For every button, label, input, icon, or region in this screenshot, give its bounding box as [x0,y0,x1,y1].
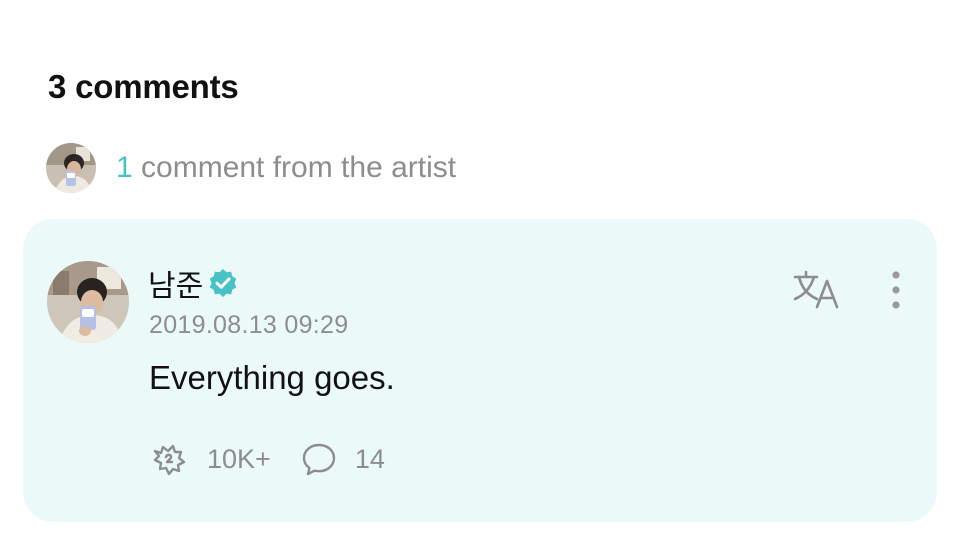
more-vertical-icon[interactable] [883,269,909,313]
author-name[interactable]: 남준 [148,261,203,305]
author-avatar[interactable] [47,261,129,343]
comments-count-heading: 3 comments [48,68,239,105]
like-count: 10K+ [207,443,271,474]
author-avatar-photo [47,261,129,343]
artist-comment-label: comment from the artist [132,151,457,184]
like-button[interactable]: 10K+ [149,441,271,477]
comments-section: 3 comments 1 comment from the artist 남준 … [0,0,960,540]
artist-comment-count: 1 [116,151,133,184]
comment-actions: 10K+ 14 [149,439,385,479]
comment-bubble-icon [302,443,336,476]
comment-timestamp: 2019.08.13 09:29 [149,311,349,339]
like-icon [153,444,186,476]
avatar [46,143,96,193]
artist-avatar-photo [46,143,96,193]
verified-badge-icon [209,269,237,297]
author-row: 남준 [148,263,239,303]
reply-count: 14 [354,443,385,474]
reply-button[interactable]: 14 [301,441,385,477]
artist-comment-summary: 1 comment from the artist [116,151,456,185]
artist-comments-filter[interactable]: 1 comment from the artist [46,143,456,193]
translate-icon[interactable] [793,269,841,309]
comment-text: Everything goes. [149,359,395,396]
comment-card: 남준 2019.08.13 09:29 Everything goes. 10K… [23,219,937,522]
